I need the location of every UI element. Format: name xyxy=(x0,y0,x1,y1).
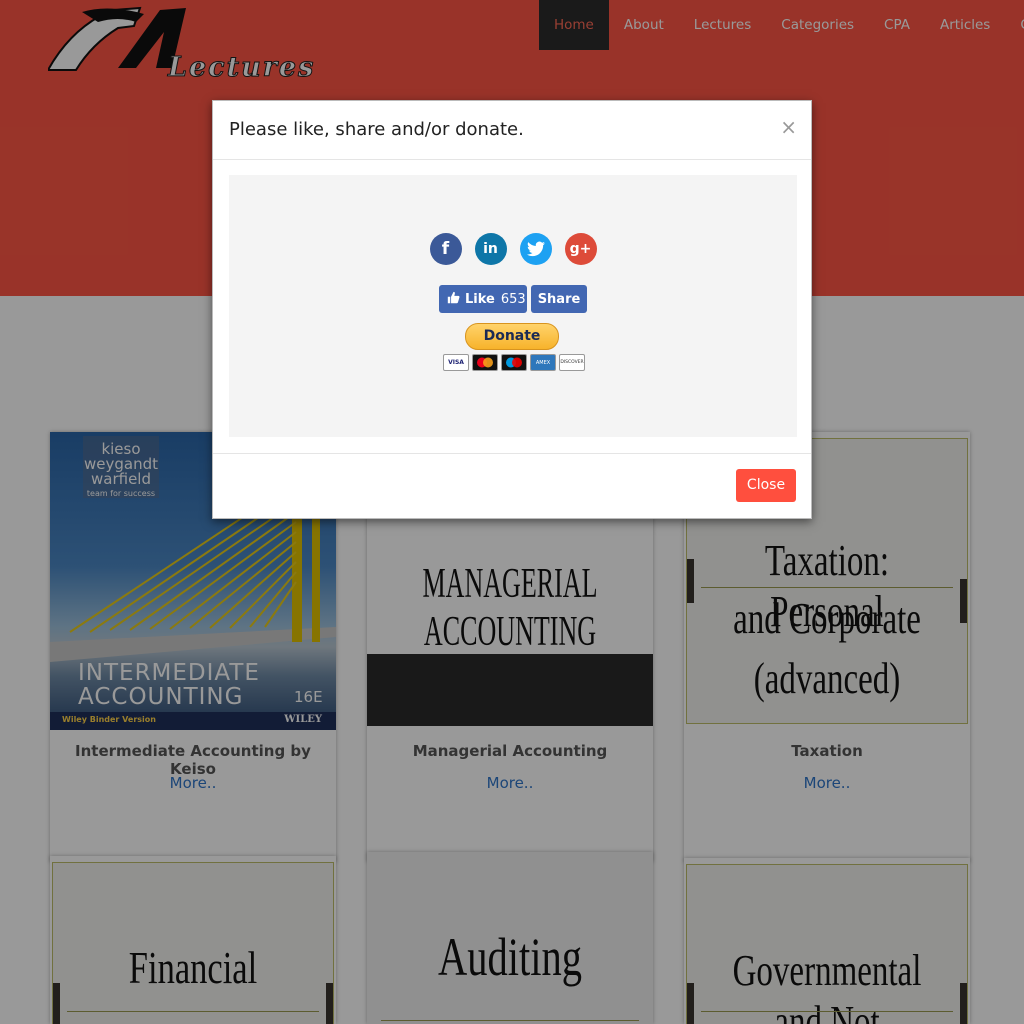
mastercard-icon xyxy=(472,354,498,371)
close-button[interactable]: Close xyxy=(736,469,796,502)
donate-button[interactable]: Donate xyxy=(465,323,559,350)
share-panel: f in g+ Like 653 Share Donate VISA AMEX … xyxy=(229,175,797,437)
modal-divider xyxy=(213,453,811,454)
maestro-icon xyxy=(501,354,527,371)
amex-icon: AMEX xyxy=(530,354,556,371)
thumbs-up-icon xyxy=(447,291,460,308)
like-label: Like xyxy=(465,291,495,307)
close-icon[interactable]: × xyxy=(780,115,797,139)
fb-share-button[interactable]: Share xyxy=(531,285,587,313)
modal-divider xyxy=(213,159,811,160)
modal-title: Please like, share and/or donate. xyxy=(229,119,524,140)
linkedin-icon[interactable]: in xyxy=(474,233,507,265)
twitter-bird-icon xyxy=(526,241,545,257)
donate-modal: Please like, share and/or donate. × f in… xyxy=(212,100,812,519)
facebook-actions: Like 653 Share xyxy=(439,285,587,313)
fb-like-button[interactable]: Like 653 xyxy=(439,285,527,313)
visa-icon: VISA xyxy=(443,354,469,371)
payment-methods: VISA AMEX DISCOVER xyxy=(443,354,585,371)
twitter-icon[interactable] xyxy=(519,233,552,265)
like-count: 653 xyxy=(500,291,526,307)
google-plus-icon[interactable]: g+ xyxy=(564,233,597,265)
social-buttons: f in g+ xyxy=(229,233,797,265)
facebook-icon[interactable]: f xyxy=(429,233,462,265)
discover-icon: DISCOVER xyxy=(559,354,585,371)
